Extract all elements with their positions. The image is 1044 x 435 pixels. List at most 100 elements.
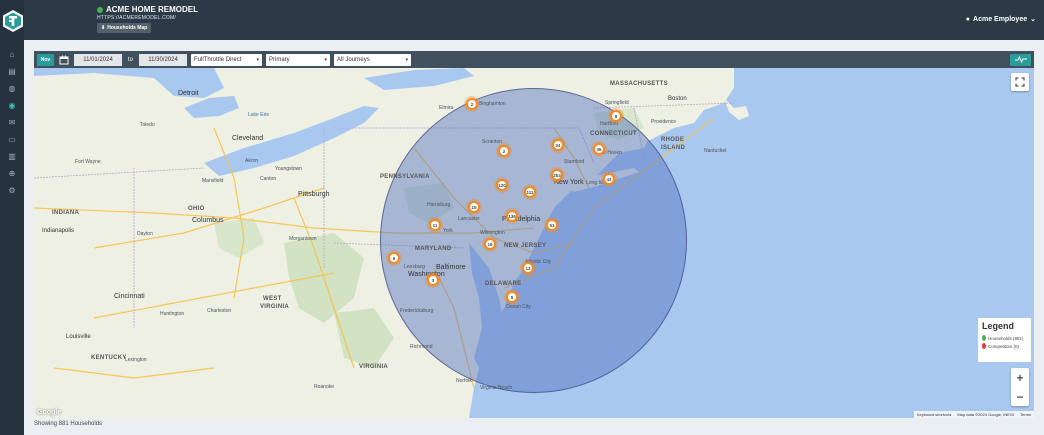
app-logo[interactable] xyxy=(2,9,24,33)
source-select-value: FullThrottle Direct xyxy=(194,56,242,63)
state-label-rhode-island-2: ISLAND xyxy=(661,145,686,151)
state-label-indiana: INDIANA xyxy=(52,210,80,216)
household-cluster[interactable]: 3 xyxy=(427,274,439,286)
city-label-leesburg: Leesburg xyxy=(404,264,425,270)
household-cluster[interactable]: 253 xyxy=(551,169,563,181)
user-menu[interactable]: ● Acme Employee ⌄ xyxy=(965,15,1036,24)
zoom-in-button[interactable]: + xyxy=(1011,368,1029,387)
city-label-pittsburgh: Pittsburgh xyxy=(298,191,330,198)
zoom-control: + − xyxy=(1011,368,1029,406)
city-label-detroit: Detroit xyxy=(178,90,199,97)
city-label-providence: Providence xyxy=(651,119,677,125)
household-cluster[interactable]: 19 xyxy=(484,238,496,250)
city-label-cincinnati: Cincinnati xyxy=(114,293,145,300)
company-name: ACME HOME REMODEL xyxy=(97,5,198,14)
city-label-harrisburg: Harrisburg xyxy=(427,202,451,208)
state-label-ohio: OHIO xyxy=(188,206,205,212)
city-label-charleston: Charleston xyxy=(207,308,232,314)
legend-competitors-label: Competitors (0) xyxy=(988,343,1020,349)
household-cluster[interactable]: 5 xyxy=(506,291,518,303)
chevron-down-icon: ▾ xyxy=(256,56,260,63)
red-pin-icon xyxy=(982,343,986,349)
zoom-out-button[interactable]: − xyxy=(1011,387,1029,406)
sidebar-nav: ⌂ ▤ ◍ ◉ ✉ ▭ ▥ ⊕ ⚙ xyxy=(0,46,24,199)
sidebar-map-icon[interactable]: ◉ xyxy=(0,97,24,114)
keyboard-shortcuts-link[interactable]: Keyboard shortcuts xyxy=(917,412,951,417)
sidebar-world-icon[interactable]: ⊕ xyxy=(0,165,24,182)
city-label-huntington: Huntington xyxy=(160,311,185,317)
state-label-maryland: MARYLAND xyxy=(415,246,452,252)
legend-item-competitors: Competitors (0) xyxy=(982,343,1027,349)
status-dot-icon xyxy=(97,6,103,13)
sidebar-mail-icon[interactable]: ✉ xyxy=(0,114,24,131)
household-cluster[interactable]: 2 xyxy=(498,145,510,157)
state-label-pennsylvania: PENNSYLVANIA xyxy=(380,174,430,180)
user-avatar-icon: ● xyxy=(965,15,971,23)
city-label-indianapolis: Indianapolis xyxy=(42,228,75,234)
city-label-virginia-beach: Virginia Beach xyxy=(480,385,513,391)
state-label-new-jersey: NEW JERSEY xyxy=(504,243,547,249)
households-map[interactable]: MASSACHUSETTS CONNECTICUT RHODE ISLAND P… xyxy=(34,68,1034,418)
city-label-lexington: Lexington xyxy=(125,357,147,363)
households-count-status: Showing 881 Households xyxy=(34,421,103,427)
household-cluster[interactable]: 43 xyxy=(603,173,615,185)
city-label-ocean-city: Ocean City xyxy=(506,304,531,310)
city-label-lancaster: Lancaster xyxy=(458,216,480,222)
chevron-down-icon: ▾ xyxy=(324,56,328,63)
sidebar-chart-icon[interactable]: ▥ xyxy=(0,148,24,165)
type-select-value: Primary xyxy=(269,56,290,63)
app-root: ⌂ ▤ ◍ ◉ ✉ ▭ ▥ ⊕ ⚙ ACME HOME REMODEL HTTP… xyxy=(0,0,1044,435)
city-label-washington: Washington xyxy=(408,271,445,278)
sidebar-document-icon[interactable]: ▭ xyxy=(0,131,24,148)
city-label-scranton: Scranton xyxy=(482,139,503,145)
household-cluster[interactable]: 120 xyxy=(496,179,508,191)
activity-icon xyxy=(1014,56,1027,63)
journey-select-value: All Journeys xyxy=(337,56,370,63)
source-select[interactable]: FullThrottle Direct ▾ xyxy=(191,53,263,66)
city-label-binghamton: Binghamton xyxy=(479,101,506,107)
sidebar-settings-icon[interactable]: ⚙ xyxy=(0,182,24,199)
type-select[interactable]: Primary ▾ xyxy=(266,53,331,66)
city-label-morgantown: Morgantown xyxy=(289,236,317,242)
city-label-elmira: Elmira xyxy=(439,105,454,111)
household-cluster[interactable]: 34 xyxy=(552,139,564,151)
sidebar-list-icon[interactable]: ▤ xyxy=(0,63,24,80)
households-map-badge[interactable]: ⬇ Households Map xyxy=(97,23,152,33)
main-content: Nov 11/01/2024 to 11/30/2024 FullThrottl… xyxy=(24,40,1044,435)
user-name: Acme Employee xyxy=(973,15,1028,23)
map-data-text: Map data ©2024 Google, INEGI xyxy=(957,412,1015,417)
journey-select[interactable]: All Journeys ▾ xyxy=(334,53,412,66)
activity-button[interactable] xyxy=(1010,53,1031,66)
city-label-fort-wayne: Fort Wayne xyxy=(75,159,101,165)
company-url[interactable]: HTTPS://ACMEREMODEL.COM/ xyxy=(97,15,176,21)
city-label-columbus: Columbus xyxy=(192,217,224,224)
city-label-boston: Boston xyxy=(668,96,687,102)
household-cluster[interactable]: 8 xyxy=(610,110,622,122)
terms-link[interactable]: Terms xyxy=(1020,412,1031,417)
sidebar-globe-icon[interactable]: ◍ xyxy=(0,80,24,97)
city-label-norfolk: Norfolk xyxy=(456,378,472,384)
city-label-akron: Akron xyxy=(245,158,259,164)
legend-households-label: Households (881) xyxy=(988,335,1024,341)
fullscreen-button[interactable] xyxy=(1011,73,1029,91)
city-label-dayton: Dayton xyxy=(137,231,153,237)
month-button[interactable]: Nov xyxy=(37,53,54,66)
household-cluster[interactable]: 136 xyxy=(506,210,518,222)
city-label-wilmington: Wilmington xyxy=(480,230,505,236)
household-cluster[interactable]: 13 xyxy=(522,262,534,274)
household-cluster[interactable]: 111 xyxy=(524,186,536,198)
map-legend: Legend Households (881) Competitors (0) xyxy=(978,318,1031,362)
date-from-input[interactable]: 11/01/2024 xyxy=(74,53,122,66)
household-cluster[interactable]: 11 xyxy=(429,219,441,231)
calendar-icon[interactable] xyxy=(58,54,70,66)
household-cluster[interactable]: 36 xyxy=(593,143,605,155)
sidebar-home-icon[interactable]: ⌂ xyxy=(0,46,24,63)
state-label-rhode-island: RHODE xyxy=(661,137,685,143)
household-cluster[interactable]: 51 xyxy=(546,219,558,231)
state-label-delaware: DELAWARE xyxy=(485,281,522,287)
household-cluster[interactable]: 2 xyxy=(466,98,478,110)
date-to-input[interactable]: 11/30/2024 xyxy=(139,53,188,66)
household-cluster[interactable]: 15 xyxy=(468,201,480,213)
household-cluster[interactable]: 6 xyxy=(388,252,400,264)
download-icon: ⬇ xyxy=(101,25,106,31)
